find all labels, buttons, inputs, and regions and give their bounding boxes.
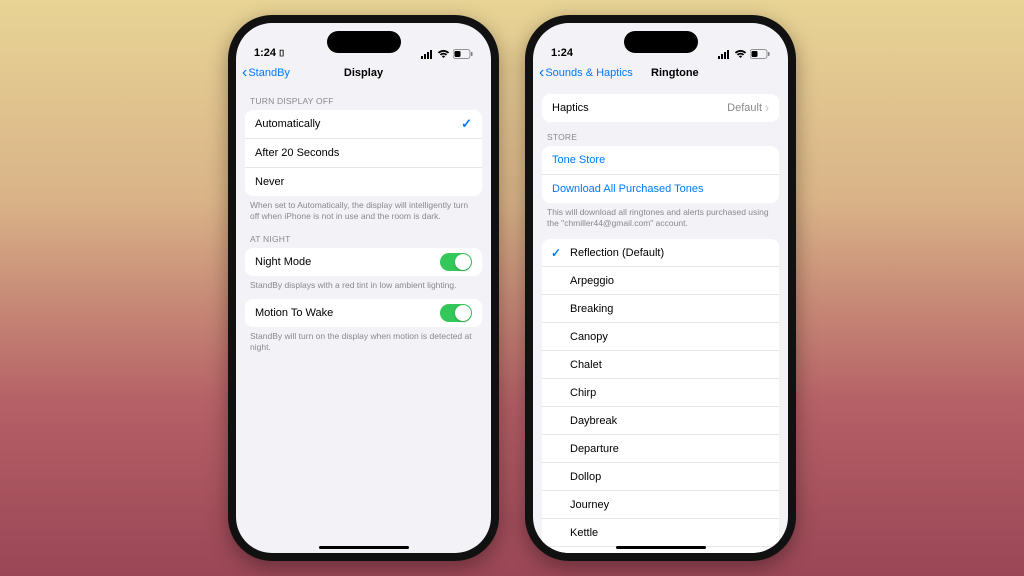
ringtone-option[interactable]: Kettle <box>542 518 779 546</box>
check-icon: ✓ <box>461 116 472 132</box>
battery-icon <box>750 49 770 59</box>
footer-motion-to-wake: StandBy will turn on the display when mo… <box>236 327 491 355</box>
footer-store: This will download all ringtones and ale… <box>533 203 788 231</box>
footer-night-mode: StandBy displays with a red tint in low … <box>236 276 491 293</box>
dynamic-island <box>624 31 698 53</box>
ringtone-label: Breaking <box>570 303 613 315</box>
ringtone-option[interactable]: Chalet <box>542 350 779 378</box>
status-icons <box>421 49 473 59</box>
link-tone-store[interactable]: Tone Store <box>542 146 779 174</box>
cellular-icon <box>718 50 731 59</box>
page-title: Display <box>344 67 383 79</box>
content-left[interactable]: TURN DISPLAY OFF Automatically✓ After 20… <box>236 86 491 553</box>
check-icon: ✓ <box>551 246 561 260</box>
link-download-purchased[interactable]: Download All Purchased Tones <box>542 174 779 203</box>
footer-display-off: When set to Automatically, the display w… <box>236 196 491 224</box>
back-button[interactable]: ‹StandBy <box>242 64 290 82</box>
status-time: 1:24 ⌷ <box>254 47 285 59</box>
ringtone-option[interactable]: Breaking <box>542 294 779 322</box>
row-haptics[interactable]: HapticsDefault› <box>542 94 779 122</box>
background: 1:24 ⌷ ‹StandBy Display TURN DISPLAY OFF… <box>0 0 1024 576</box>
group-display-off: Automatically✓ After 20 Seconds Never <box>245 110 482 196</box>
home-indicator[interactable] <box>319 546 409 549</box>
ringtone-option[interactable]: Journey <box>542 490 779 518</box>
group-haptics: HapticsDefault› <box>542 94 779 122</box>
section-header-display-off: TURN DISPLAY OFF <box>236 86 491 110</box>
row-motion-to-wake[interactable]: Motion To Wake <box>245 299 482 327</box>
section-header-store: STORE <box>533 122 788 146</box>
ringtone-option[interactable]: Arpeggio <box>542 266 779 294</box>
ringtone-label: Reflection (Default) <box>570 247 664 259</box>
battery-icon <box>453 49 473 59</box>
toggle-night-mode[interactable] <box>440 253 472 271</box>
page-title: Ringtone <box>651 67 699 79</box>
ringtone-option[interactable]: Dollop <box>542 462 779 490</box>
ringtone-option[interactable]: Departure <box>542 434 779 462</box>
ringtone-label: Canopy <box>570 331 608 343</box>
screen-left: 1:24 ⌷ ‹StandBy Display TURN DISPLAY OFF… <box>236 23 491 553</box>
content-right[interactable]: HapticsDefault› STORE Tone Store Downloa… <box>533 86 788 553</box>
ringtone-label: Chirp <box>570 387 596 399</box>
ringtone-label: Departure <box>570 443 619 455</box>
phone-right: 1:24 ‹Sounds & Haptics Ringtone HapticsD… <box>525 15 796 561</box>
option-never[interactable]: Never <box>245 167 482 196</box>
phone-left: 1:24 ⌷ ‹StandBy Display TURN DISPLAY OFF… <box>228 15 499 561</box>
nav-bar: ‹StandBy Display <box>236 60 491 86</box>
wifi-icon <box>437 50 450 59</box>
status-time: 1:24 <box>551 47 573 59</box>
group-store: Tone Store Download All Purchased Tones <box>542 146 779 203</box>
group-ringtones: ✓ Reflection (Default) Arpeggio Breaking Can… <box>542 239 779 553</box>
home-indicator[interactable] <box>616 546 706 549</box>
ringtone-option[interactable]: Daybreak <box>542 406 779 434</box>
row-night-mode[interactable]: Night Mode <box>245 248 482 276</box>
option-after-20-seconds[interactable]: After 20 Seconds <box>245 138 482 167</box>
chevron-left-icon: ‹ <box>539 64 544 82</box>
status-icons <box>718 49 770 59</box>
group-night-mode: Night Mode <box>245 248 482 276</box>
ringtone-option[interactable]: ✓ Reflection (Default) <box>542 239 779 266</box>
ringtone-label: Chalet <box>570 359 602 371</box>
wifi-icon <box>734 50 747 59</box>
ringtone-label: Daybreak <box>570 415 617 427</box>
ringtone-label: Journey <box>570 499 609 511</box>
ringtone-label: Dollop <box>570 471 601 483</box>
dynamic-island <box>327 31 401 53</box>
cellular-icon <box>421 50 434 59</box>
ringtone-option[interactable]: Chirp <box>542 378 779 406</box>
haptics-value: Default <box>727 102 762 114</box>
ringtone-label: Kettle <box>570 527 598 539</box>
chevron-left-icon: ‹ <box>242 64 247 82</box>
ringtone-label: Arpeggio <box>570 275 614 287</box>
screen-right: 1:24 ‹Sounds & Haptics Ringtone HapticsD… <box>533 23 788 553</box>
option-automatically[interactable]: Automatically✓ <box>245 110 482 138</box>
section-header-at-night: AT NIGHT <box>236 224 491 248</box>
chevron-right-icon: › <box>765 101 769 115</box>
back-button[interactable]: ‹Sounds & Haptics <box>539 64 633 82</box>
ringtone-option[interactable]: Canopy <box>542 322 779 350</box>
nav-bar: ‹Sounds & Haptics Ringtone <box>533 60 788 86</box>
toggle-motion-to-wake[interactable] <box>440 304 472 322</box>
group-motion-to-wake: Motion To Wake <box>245 299 482 327</box>
